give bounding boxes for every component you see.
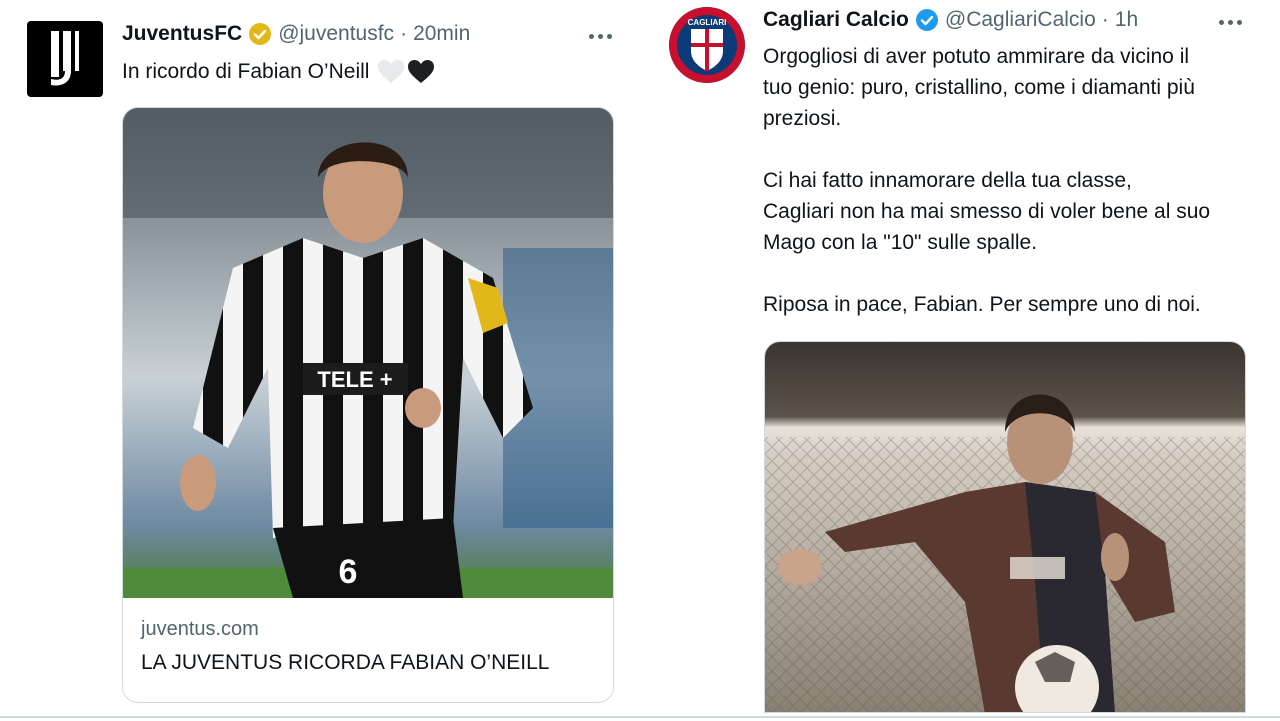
black-heart-icon	[408, 59, 435, 83]
more-options-icon[interactable]	[589, 34, 612, 39]
tweet-header: JuventusFC @juventusfc · 20min	[122, 22, 470, 46]
separator-dot: ·	[400, 22, 408, 45]
tweet-text: Orgogliosi di aver potuto ammirare da vi…	[763, 45, 1211, 316]
card-domain: juventus.com	[141, 618, 259, 640]
avatar-text: CAGLIARI	[688, 18, 727, 27]
separator-dot: ·	[1101, 8, 1109, 31]
verified-blue-badge-icon	[915, 9, 938, 31]
tweet-media[interactable]	[764, 341, 1246, 713]
player-photo	[765, 342, 1245, 712]
juventus-tweet: JuventusFC @juventusfc · 20min In ricord…	[0, 0, 640, 721]
cagliari-tweet: CAGLIARI Cagliari Calcio @CagliariCalcio…	[640, 0, 1280, 721]
tweet-text-row: In ricordo di Fabian O’Neill	[122, 56, 435, 87]
card-title: LA JUVENTUS RICORDA FABIAN O’NEILL	[141, 651, 550, 674]
divider	[0, 716, 1280, 718]
shirt-number: 6	[339, 553, 358, 591]
cagliari-crest-icon: CAGLIARI	[669, 7, 745, 83]
card-image[interactable]: TELE + 6	[123, 108, 613, 598]
account-name[interactable]: Cagliari Calcio	[763, 8, 909, 32]
sponsor-text: TELE +	[317, 367, 392, 392]
juventus-logo-icon	[51, 31, 79, 86]
account-name[interactable]: JuventusFC	[122, 22, 242, 46]
tweet-text: In ricordo di Fabian O’Neill	[122, 60, 370, 83]
card-meta: juventus.com LA JUVENTUS RICORDA FABIAN …	[123, 618, 613, 675]
tweet-time[interactable]: 20min	[413, 22, 470, 46]
player-photo: TELE + 6	[123, 108, 613, 598]
white-heart-icon	[378, 59, 405, 83]
tweet-header: Cagliari Calcio @CagliariCalcio · 1h	[763, 8, 1138, 32]
verified-gold-badge-icon	[249, 23, 272, 45]
account-handle[interactable]: @CagliariCalcio	[945, 8, 1096, 32]
cagliari-avatar[interactable]: CAGLIARI	[669, 7, 745, 83]
juventus-avatar[interactable]	[27, 21, 103, 97]
tweet-time[interactable]: 1h	[1115, 8, 1138, 32]
link-card[interactable]: TELE + 6 juventus.com LA JUVENTUS RICORD…	[122, 107, 614, 703]
account-handle[interactable]: @juventusfc	[278, 22, 394, 46]
more-options-icon[interactable]	[1219, 20, 1242, 25]
